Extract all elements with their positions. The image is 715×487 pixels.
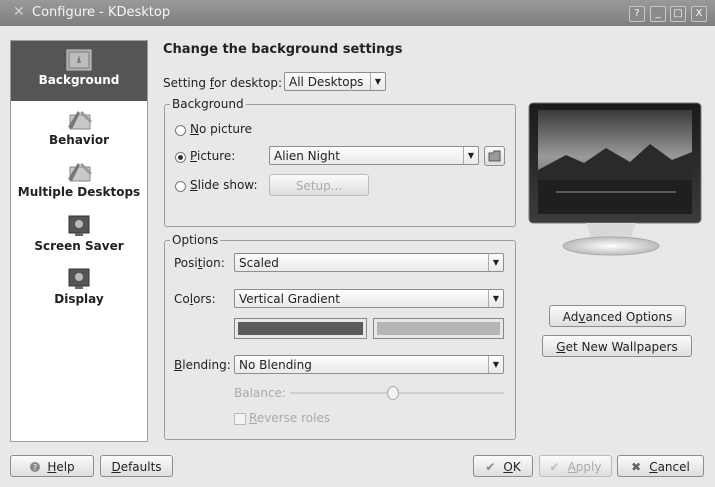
- desktop-select[interactable]: All Desktops ▼: [284, 72, 386, 91]
- chevron-down-icon: ▼: [488, 254, 503, 271]
- position-label: Position:: [174, 256, 225, 270]
- checkmark-icon: ✔: [549, 460, 560, 474]
- app-x-icon: ✕: [13, 4, 25, 20]
- desktop-tools-icon: [68, 111, 92, 130]
- defaults-button[interactable]: Defaults: [100, 455, 173, 477]
- blending-select[interactable]: No Blending ▼: [234, 355, 504, 374]
- no-picture-radio[interactable]: [175, 125, 186, 136]
- picture-radio[interactable]: [175, 152, 186, 163]
- color2-swatch[interactable]: [373, 318, 504, 339]
- sidebar-item-label: Screen Saver: [34, 239, 124, 253]
- monitor-icon: [68, 268, 90, 289]
- sidebar: Background Behavior Multiple Desktops Sc…: [10, 40, 148, 442]
- sidebar-item-background[interactable]: Background: [11, 41, 147, 101]
- maximize-button[interactable]: □: [670, 6, 686, 22]
- sidebar-item-label: Multiple Desktops: [17, 185, 141, 199]
- advanced-options-button[interactable]: Advanced Options: [549, 305, 686, 327]
- sidebar-item-multiple-desktops[interactable]: Multiple Desktops: [11, 159, 147, 199]
- window-title: Configure - KDesktop: [32, 5, 171, 20]
- blending-label: Blending:: [174, 358, 231, 372]
- sidebar-item-label: Display: [54, 292, 104, 306]
- svg-text:?: ?: [33, 463, 37, 472]
- help-button[interactable]: ? Help: [10, 455, 94, 477]
- sidebar-item-label: Background: [38, 73, 120, 87]
- chevron-down-icon: ▼: [463, 147, 478, 164]
- chevron-down-icon: ▼: [488, 356, 503, 373]
- picture-label: Picture:: [190, 149, 236, 163]
- sidebar-item-display[interactable]: Display: [11, 268, 147, 306]
- close-button[interactable]: X: [691, 6, 707, 22]
- options-group-title: Options: [170, 233, 221, 247]
- checkmark-icon: ✔: [485, 460, 496, 474]
- chevron-down-icon: ▼: [370, 73, 385, 90]
- sidebar-item-screen-saver[interactable]: Screen Saver: [11, 215, 147, 253]
- page-title: Change the background settings: [163, 42, 403, 57]
- slide-show-radio[interactable]: [175, 181, 186, 192]
- colors-select[interactable]: Vertical Gradient ▼: [234, 289, 504, 308]
- sidebar-item-behavior[interactable]: Behavior: [11, 107, 147, 147]
- monitor-icon: [68, 215, 90, 236]
- cancel-button[interactable]: ✖ Cancel: [617, 455, 704, 477]
- wallpaper-preview: [528, 102, 702, 256]
- balance-label: Balance:: [234, 386, 286, 400]
- title-bar[interactable]: ✕ Configure - KDesktop ? _ □ X: [0, 0, 715, 26]
- setup-button[interactable]: Setup...: [269, 174, 369, 196]
- no-picture-label: No picture: [190, 122, 253, 136]
- sidebar-item-label: Behavior: [48, 133, 110, 147]
- ok-button[interactable]: ✔ OK: [473, 455, 533, 477]
- minimize-button[interactable]: _: [650, 6, 666, 22]
- folder-open-icon: [488, 150, 500, 162]
- color1-swatch[interactable]: [234, 318, 367, 339]
- desktop-tools-icon: [68, 163, 92, 182]
- chevron-down-icon: ▼: [488, 290, 503, 307]
- close-icon: ✖: [631, 460, 642, 474]
- background-group-title: Background: [170, 97, 246, 111]
- wallpaper-icon: [66, 49, 92, 71]
- reverse-roles-label: Reverse roles: [249, 411, 331, 425]
- apply-button[interactable]: ✔ Apply: [539, 455, 612, 477]
- setting-for-desktop-label: Setting for desktop:: [163, 76, 283, 90]
- slide-show-label: Slide show:: [190, 178, 258, 192]
- position-select[interactable]: Scaled ▼: [234, 253, 504, 272]
- colors-label: Colors:: [174, 292, 216, 306]
- picture-select[interactable]: Alien Night ▼: [269, 146, 479, 165]
- help-window-button[interactable]: ?: [629, 6, 645, 22]
- get-new-wallpapers-button[interactable]: Get New Wallpapers: [542, 335, 692, 357]
- balance-slider-handle[interactable]: [387, 386, 399, 400]
- open-file-button[interactable]: [484, 146, 505, 166]
- help-icon: ?: [30, 462, 41, 472]
- reverse-roles-checkbox[interactable]: [234, 413, 246, 425]
